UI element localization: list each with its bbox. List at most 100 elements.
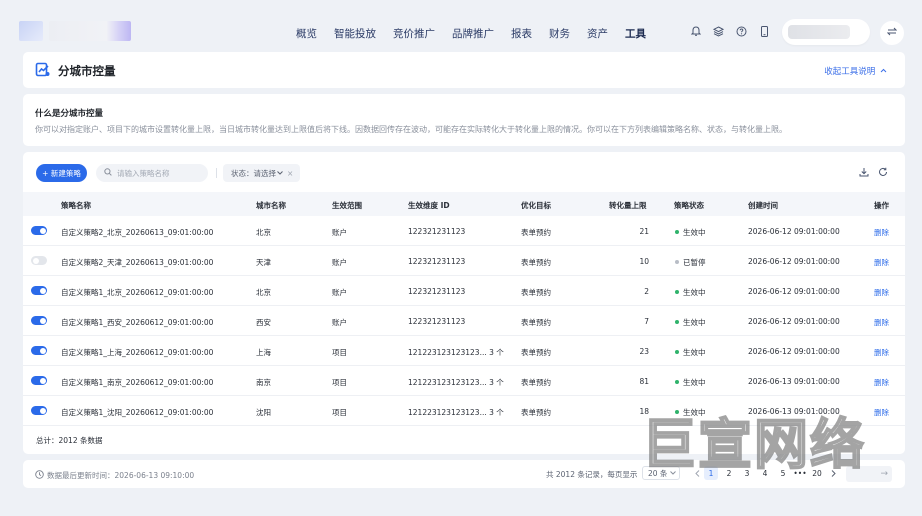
mobile-icon[interactable] bbox=[759, 26, 770, 37]
nav-item-brand[interactable]: 品牌推广 bbox=[452, 26, 494, 41]
cell-limit: 10 bbox=[639, 257, 649, 266]
switch-account-button[interactable] bbox=[880, 21, 904, 45]
pager-info: 共 2012 条记录，每页显示 bbox=[546, 470, 638, 479]
strategy-table-card: + 新建策略 状态：请选择 × 策略名称 城市名称 生效范围 生效维度 ID 优… bbox=[23, 152, 905, 454]
cell-city: 上海 bbox=[256, 348, 271, 357]
collapse-description-link[interactable]: 收起工具说明 bbox=[824, 65, 887, 77]
cell-strategy-name: 自定义策略1_西安_20260612_09:01:00:00 bbox=[61, 318, 214, 327]
nav-item-tools[interactable]: 工具 bbox=[625, 26, 646, 41]
cell-strategy-name: 自定义策略1_沈阳_20260612_09:01:00:00 bbox=[61, 408, 214, 417]
cell-status: 生效中 bbox=[675, 407, 706, 418]
cell-limit: 18 bbox=[639, 407, 649, 416]
cell-limit: 2 bbox=[644, 287, 649, 296]
cell-created-time: 2026-06-12 09:01:00:00 bbox=[748, 317, 840, 326]
account-selector[interactable] bbox=[782, 19, 870, 45]
cell-strategy-name: 自定义策略1_上海_20260612_09:01:00:00 bbox=[61, 348, 214, 357]
delete-button[interactable]: 删除 bbox=[874, 257, 889, 268]
cell-goal: 表单预约 bbox=[521, 348, 551, 357]
prev-page-button[interactable] bbox=[690, 466, 704, 480]
col-header-name[interactable]: 策略名称 bbox=[61, 200, 91, 211]
cell-city: 南京 bbox=[256, 378, 271, 387]
page-size-value: 20 条 bbox=[648, 468, 668, 478]
status-text: 生效中 bbox=[683, 408, 706, 417]
cell-city: 北京 bbox=[256, 288, 271, 297]
table-row: 自定义策略1_北京_20260612_09:01:00:00 北京 账户 122321… bbox=[23, 276, 905, 306]
cell-status: 生效中 bbox=[675, 347, 706, 358]
strategy-toggle[interactable] bbox=[31, 346, 47, 355]
cell-status: 生效中 bbox=[675, 227, 706, 238]
nav-item-bidding[interactable]: 竞价推广 bbox=[393, 26, 435, 41]
download-icon[interactable] bbox=[859, 167, 870, 178]
nav-item-assets[interactable]: 资产 bbox=[587, 26, 608, 41]
help-icon[interactable] bbox=[736, 26, 747, 37]
strategy-toggle[interactable] bbox=[31, 226, 47, 235]
clear-filter-icon[interactable]: × bbox=[287, 169, 293, 178]
cell-dimension-id: 122321231123 bbox=[408, 257, 466, 266]
delete-button[interactable]: 删除 bbox=[874, 227, 889, 238]
cell-goal: 表单预约 bbox=[521, 318, 551, 327]
strategy-toggle[interactable] bbox=[31, 406, 47, 415]
cell-city: 天津 bbox=[256, 258, 271, 267]
top-icon-group bbox=[690, 26, 782, 37]
refresh-icon[interactable] bbox=[878, 167, 889, 178]
logo-wordmark bbox=[49, 21, 131, 41]
cell-created-time: 2026-06-13 09:01:00:00 bbox=[748, 377, 840, 386]
page-2-button[interactable]: 2 bbox=[722, 466, 736, 480]
status-filter-select[interactable]: 状态：请选择 × bbox=[223, 164, 300, 182]
page-4-button[interactable]: 4 bbox=[758, 466, 772, 480]
delete-button[interactable]: 删除 bbox=[874, 317, 889, 328]
status-text: 生效中 bbox=[683, 378, 706, 387]
page-jump-input[interactable]: → bbox=[846, 466, 892, 482]
brand-logo[interactable] bbox=[19, 21, 131, 41]
strategy-toggle[interactable] bbox=[31, 286, 47, 295]
cell-dimension-id: 121223123123123... 3 个 bbox=[408, 348, 504, 357]
account-name-blurred bbox=[788, 25, 850, 39]
chevron-down-icon bbox=[276, 169, 283, 178]
page-20-button[interactable]: 20 bbox=[810, 466, 824, 480]
nav-item-reports[interactable]: 报表 bbox=[511, 26, 532, 41]
next-page-button[interactable] bbox=[826, 466, 840, 480]
page-size-select[interactable]: 20 条 bbox=[642, 466, 680, 480]
search-input[interactable] bbox=[117, 168, 205, 178]
cell-limit: 7 bbox=[644, 317, 649, 326]
page-5-button[interactable]: 5 bbox=[776, 466, 790, 480]
update-time-text: 数据最后更新时间：2026-06-13 09:10:00 bbox=[47, 471, 195, 480]
delete-button[interactable]: 删除 bbox=[874, 377, 889, 388]
strategy-toggle[interactable] bbox=[31, 256, 47, 265]
table-row: 自定义策略2_北京_20260613_09:01:00:00 北京 账户 122321… bbox=[23, 216, 905, 246]
page-1-button[interactable]: 1 bbox=[704, 466, 718, 480]
status-text: 生效中 bbox=[683, 228, 706, 237]
last-update-time: 数据最后更新时间：2026-06-13 09:10:00 bbox=[35, 470, 194, 481]
nav-item-finance[interactable]: 财务 bbox=[549, 26, 570, 41]
status-dot bbox=[675, 350, 679, 354]
description-title: 什么是分城市控量 bbox=[35, 109, 104, 119]
cell-dimension-id: 121223123123123... 3 个 bbox=[408, 408, 504, 417]
page-title: 分城市控量 bbox=[58, 64, 116, 78]
delete-button[interactable]: 删除 bbox=[874, 407, 889, 418]
cell-scope: 账户 bbox=[332, 228, 347, 237]
table-row: 自定义策略1_上海_20260612_09:01:00:00 上海 项目 121223… bbox=[23, 336, 905, 366]
cell-scope: 项目 bbox=[332, 408, 347, 417]
cell-dimension-id: 122321231123 bbox=[408, 317, 466, 326]
strategy-toggle[interactable] bbox=[31, 316, 47, 325]
col-header-limit: 转化量上限 bbox=[609, 201, 647, 210]
bell-icon[interactable] bbox=[690, 26, 701, 37]
status-dot bbox=[675, 290, 679, 294]
swap-icon bbox=[886, 27, 898, 39]
nav-item-smart-delivery[interactable]: 智能投放 bbox=[334, 26, 376, 41]
page-ellipsis[interactable]: ••• bbox=[793, 466, 807, 480]
new-strategy-button[interactable]: + 新建策略 bbox=[36, 164, 87, 182]
page-header-card: 分城市控量 收起工具说明 bbox=[23, 52, 905, 88]
nav-item-overview[interactable]: 概览 bbox=[296, 26, 317, 41]
delete-button[interactable]: 删除 bbox=[874, 347, 889, 358]
page-3-button[interactable]: 3 bbox=[740, 466, 754, 480]
collapse-link-label: 收起工具说明 bbox=[824, 67, 876, 77]
cell-created-time: 2026-06-12 09:01:00:00 bbox=[748, 287, 840, 296]
delete-button[interactable]: 删除 bbox=[874, 287, 889, 298]
cell-scope: 账户 bbox=[332, 318, 347, 327]
strategy-toggle[interactable] bbox=[31, 376, 47, 385]
layers-icon[interactable] bbox=[713, 26, 724, 37]
chevron-left-icon bbox=[694, 469, 699, 477]
search-box[interactable] bbox=[96, 164, 208, 182]
arrow-right-icon[interactable]: → bbox=[880, 469, 888, 479]
